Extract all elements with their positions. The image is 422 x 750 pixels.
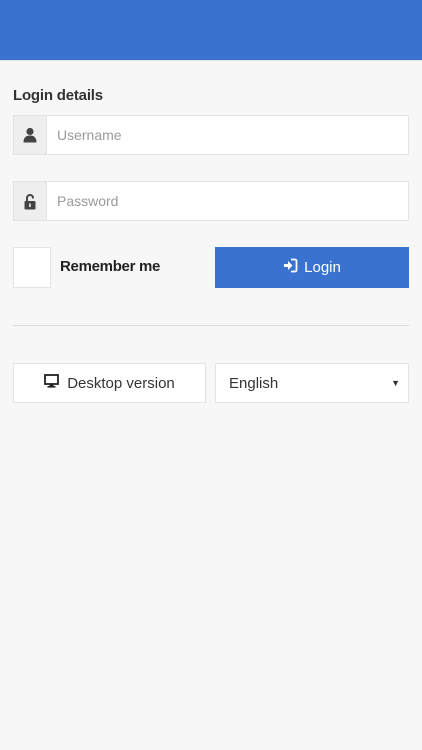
- language-select[interactable]: English ▼: [215, 363, 409, 403]
- remember-me-checkbox[interactable]: [13, 247, 51, 288]
- lock-icon: [14, 182, 47, 220]
- remember-me-label: Remember me: [60, 258, 161, 275]
- user-icon: [14, 116, 47, 154]
- top-app-bar: [0, 0, 422, 60]
- section-title: Login details: [13, 87, 103, 104]
- username-field-group: [13, 115, 409, 155]
- caret-down-icon: ▼: [391, 378, 400, 388]
- header-divider: [0, 60, 422, 61]
- login-button[interactable]: Login: [215, 247, 409, 288]
- login-button-label: Login: [304, 259, 341, 276]
- desktop-icon: [44, 374, 60, 392]
- language-selected-value: English: [229, 374, 279, 392]
- username-input[interactable]: [47, 116, 408, 154]
- sign-in-icon: [283, 258, 298, 277]
- desktop-version-button[interactable]: Desktop version: [13, 363, 206, 403]
- desktop-version-label: Desktop version: [67, 374, 175, 392]
- password-field-group: [13, 181, 409, 221]
- divider: [13, 325, 409, 326]
- password-input[interactable]: [47, 182, 408, 220]
